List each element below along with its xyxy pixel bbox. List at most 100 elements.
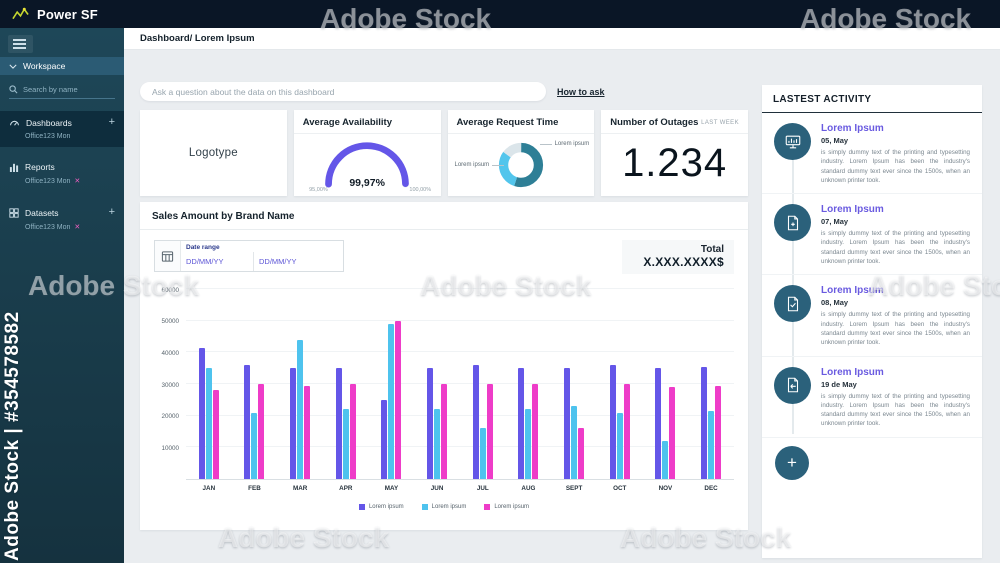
bar[interactable]	[335, 368, 342, 479]
bar[interactable]	[198, 347, 205, 479]
card-head: Average Request Time	[447, 110, 595, 134]
sidebar-search[interactable]	[9, 85, 115, 99]
activity-body: Lorem Ipsum 07, May is simply dummy text…	[821, 204, 970, 266]
bar[interactable]	[205, 368, 212, 479]
bar[interactable]	[251, 412, 258, 479]
legend-item: Lorem ipsum	[358, 504, 404, 510]
card-head: Number of Outages LAST WEEK	[601, 110, 748, 134]
bar-group: SEPT	[564, 290, 585, 492]
bar[interactable]	[304, 385, 311, 479]
bar[interactable]	[342, 409, 349, 479]
sidebar-subitem-reports[interactable]: Office123 Mon ✕	[0, 177, 124, 192]
sidebar-group-dashboards: Dashboards + Office123 Mon	[0, 111, 124, 147]
bar[interactable]	[655, 368, 662, 479]
bar[interactable]	[297, 339, 304, 479]
bar[interactable]	[486, 384, 493, 479]
activity-item[interactable]: Lorem Ipsum 07, May is simply dummy text…	[762, 194, 982, 276]
bar[interactable]	[662, 441, 669, 479]
chart-legend: Lorem ipsum Lorem ipsum Lorem ipsum	[140, 504, 748, 510]
bar[interactable]	[349, 384, 356, 479]
workspace-label: Workspace	[23, 61, 66, 71]
bar[interactable]	[472, 365, 479, 479]
bar-group: JAN	[198, 290, 219, 492]
activity-item-date: 07, May	[821, 217, 849, 227]
file-plus-icon	[774, 204, 811, 242]
total-value: X.XXX.XXXX$	[643, 255, 724, 269]
ask-row: How to ask	[140, 82, 605, 101]
card-head: Average Availability	[293, 110, 441, 134]
ask-question-input[interactable]	[140, 82, 546, 101]
sidebar-subitem-dashboards[interactable]: Office123 Mon	[0, 133, 124, 147]
bar[interactable]	[571, 406, 578, 479]
bar[interactable]	[441, 384, 448, 479]
sidebar-item-dashboards[interactable]: Dashboards +	[0, 111, 124, 133]
bar[interactable]	[434, 409, 441, 479]
x-axis-label: JUL	[476, 485, 489, 492]
sidebar-subitem-datasets[interactable]: Office123 Mon ✕	[0, 223, 124, 238]
legend-swatch	[358, 504, 365, 510]
bar[interactable]	[701, 366, 708, 479]
legend-item: Lorem ipsum	[421, 504, 466, 510]
leader-line	[492, 164, 505, 166]
activity-item[interactable]: Lorem Ipsum 08, May is simply dummy text…	[762, 275, 982, 357]
activity-item[interactable]: Lorem Ipsum 19 de May is simply dummy te…	[762, 357, 982, 438]
bar[interactable]	[258, 384, 265, 479]
menu-icon[interactable]	[8, 35, 33, 53]
bar[interactable]	[525, 409, 532, 479]
bar-group: AUG	[518, 290, 539, 492]
bar[interactable]	[669, 387, 676, 479]
chevron-down-icon	[9, 64, 17, 69]
card-title: Number of Outages	[610, 117, 699, 128]
x-axis-label: APR	[339, 485, 353, 492]
bar[interactable]	[244, 365, 251, 479]
bar[interactable]	[578, 428, 585, 479]
activity-item-text: is simply dummy text of the printing and…	[821, 311, 970, 347]
y-axis-label: 40000	[161, 349, 179, 357]
bar[interactable]	[609, 365, 616, 479]
bar[interactable]	[518, 368, 525, 479]
add-dashboard-button[interactable]: +	[109, 117, 115, 128]
sidebar-item-label: Dashboards	[26, 117, 72, 128]
activity-item[interactable]: Lorem Ipsum 05, May is simply dummy text…	[762, 113, 982, 195]
x-axis-label: MAR	[292, 485, 308, 492]
bar[interactable]	[427, 368, 434, 479]
workspace-selector[interactable]: Workspace	[0, 57, 124, 75]
activity-body: Lorem Ipsum 05, May is simply dummy text…	[821, 123, 970, 185]
bar[interactable]	[395, 320, 402, 479]
x-axis-label: MAY	[384, 485, 399, 492]
x-axis-label: JAN	[202, 485, 216, 492]
monitor-chart-icon	[774, 123, 811, 160]
add-activity-button[interactable]: +	[775, 445, 809, 480]
add-dataset-button[interactable]: +	[109, 207, 115, 218]
outages-card: Number of Outages LAST WEEK 1.234	[601, 110, 748, 196]
sidebar-item-reports[interactable]: Reports	[0, 156, 124, 177]
app-logo-icon	[12, 7, 29, 21]
last-week-badge: LAST WEEK	[701, 119, 739, 126]
date-to-input[interactable]	[254, 257, 326, 266]
bar[interactable]	[715, 385, 722, 479]
bar[interactable]	[290, 368, 297, 479]
bar[interactable]	[616, 412, 623, 479]
bar-chart-icon	[9, 163, 19, 172]
bar[interactable]	[381, 399, 388, 479]
bar[interactable]	[564, 368, 571, 479]
date-range-picker[interactable]: Date range	[154, 240, 344, 272]
sidebar-item-datasets[interactable]: Datasets +	[0, 201, 124, 223]
bar[interactable]	[532, 384, 539, 479]
search-input[interactable]	[23, 85, 103, 94]
y-axis-label: 60000	[161, 286, 179, 294]
gauge-chart: 99,97% 95,00% 100,00%	[309, 136, 431, 193]
date-from-input[interactable]	[181, 257, 253, 266]
close-icon[interactable]: ✕	[74, 177, 80, 185]
bar[interactable]	[212, 390, 219, 479]
bar[interactable]	[623, 384, 630, 479]
how-to-ask-link[interactable]: How to ask	[557, 87, 605, 97]
bar-chart: 10000 20000 30000 40000 50000 60000 JAN FEB MAR…	[140, 286, 748, 492]
bar[interactable]	[479, 428, 486, 479]
sidebar: Workspace Dashboards + Office123 Mon	[0, 28, 124, 563]
bar[interactable]	[708, 410, 715, 479]
x-axis-label: OCT	[613, 485, 627, 492]
bar[interactable]	[388, 323, 395, 479]
close-icon[interactable]: ✕	[74, 223, 80, 231]
calendar-icon	[155, 241, 181, 271]
